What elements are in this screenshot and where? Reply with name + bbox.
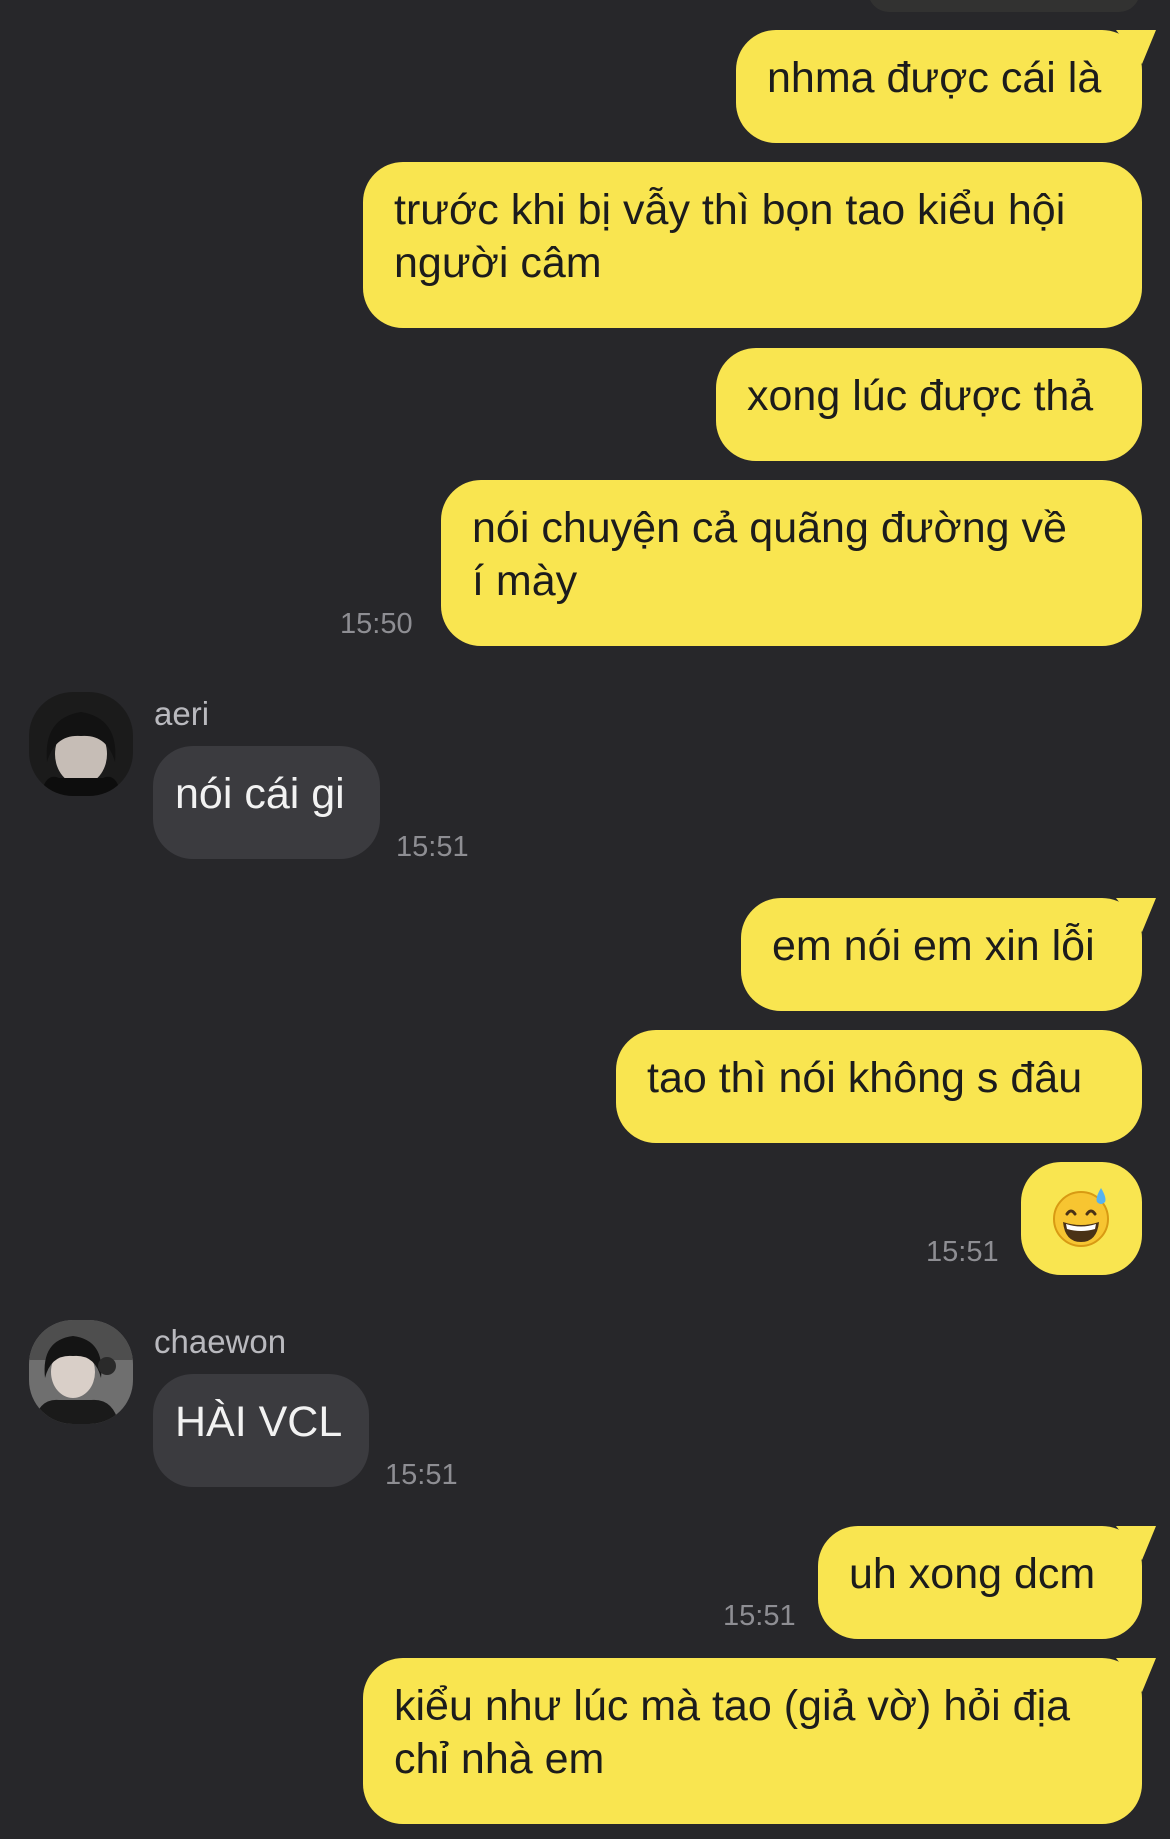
message-timestamp: 15:51 (723, 1600, 796, 1632)
message-text: em nói em xin lỗi (772, 922, 1095, 970)
outgoing-message-bubble[interactable]: xong lúc được thả (716, 348, 1142, 461)
outgoing-message-bubble[interactable]: trước khi bị vẫy thì bọn tao kiểu hội ng… (363, 162, 1142, 328)
message-text: uh xong dcm (849, 1550, 1096, 1598)
outgoing-message-bubble[interactable]: nói chuyện cả quãng đường về í mày (441, 480, 1142, 646)
message-text: xong lúc được thả (747, 372, 1094, 420)
message-text-line: nói chuyện cả quãng đường về (472, 504, 1067, 552)
sender-name: chaewon (154, 1323, 287, 1360)
message-timestamp: 15:50 (340, 608, 413, 640)
message-text: nhma được cái là (767, 54, 1102, 102)
message-timestamp: 15:51 (926, 1236, 999, 1268)
message-text: HÀI VCL (175, 1398, 343, 1446)
outgoing-message-bubble[interactable]: tao thì nói không s đâu (616, 1030, 1142, 1143)
message-timestamp: 15:51 (385, 1459, 458, 1491)
outgoing-emoji-bubble[interactable] (1021, 1162, 1142, 1275)
avatar-image (29, 692, 133, 796)
sender-name: aeri (154, 695, 210, 732)
incoming-message-bubble[interactable]: HÀI VCL (153, 1374, 369, 1487)
message-text-line: í mày (472, 557, 578, 605)
message-text: tao thì nói không s đâu (647, 1054, 1083, 1102)
outgoing-message-bubble[interactable]: kiểu như lúc mà tao (giả vờ) hỏi địa chỉ… (363, 1658, 1156, 1824)
outgoing-message-bubble[interactable]: uh xong dcm (818, 1526, 1156, 1639)
avatar-aeri[interactable] (29, 692, 133, 796)
previous-message-bubble (868, 0, 1140, 12)
message-text-line: chỉ nhà em (394, 1735, 605, 1783)
incoming-message-bubble[interactable]: nói cái gi (153, 746, 380, 859)
bubble-tail (1116, 898, 1156, 932)
message-text-line: kiểu như lúc mà tao (giả vờ) hỏi địa (394, 1682, 1071, 1730)
avatar-chaewon[interactable] (29, 1320, 133, 1424)
outgoing-message-bubble[interactable]: em nói em xin lỗi (741, 898, 1156, 1011)
avatar-image (29, 1320, 133, 1424)
message-timestamp: 15:51 (396, 831, 469, 863)
bubble-tail (1116, 30, 1156, 64)
message-text: nói cái gi (175, 770, 345, 818)
message-text-line: người câm (394, 239, 602, 287)
grinning-face-with-sweat-icon (1053, 1188, 1109, 1247)
outgoing-message-bubble[interactable]: nhma được cái là (736, 30, 1156, 143)
chat-message-list[interactable]: nhma được cái là trước khi bị vẫy thì bọ… (0, 0, 1170, 1839)
message-text-line: trước khi bị vẫy thì bọn tao kiểu hội (394, 186, 1066, 234)
bubble-tail (1116, 1526, 1156, 1560)
bubble-tail (1116, 1658, 1156, 1692)
